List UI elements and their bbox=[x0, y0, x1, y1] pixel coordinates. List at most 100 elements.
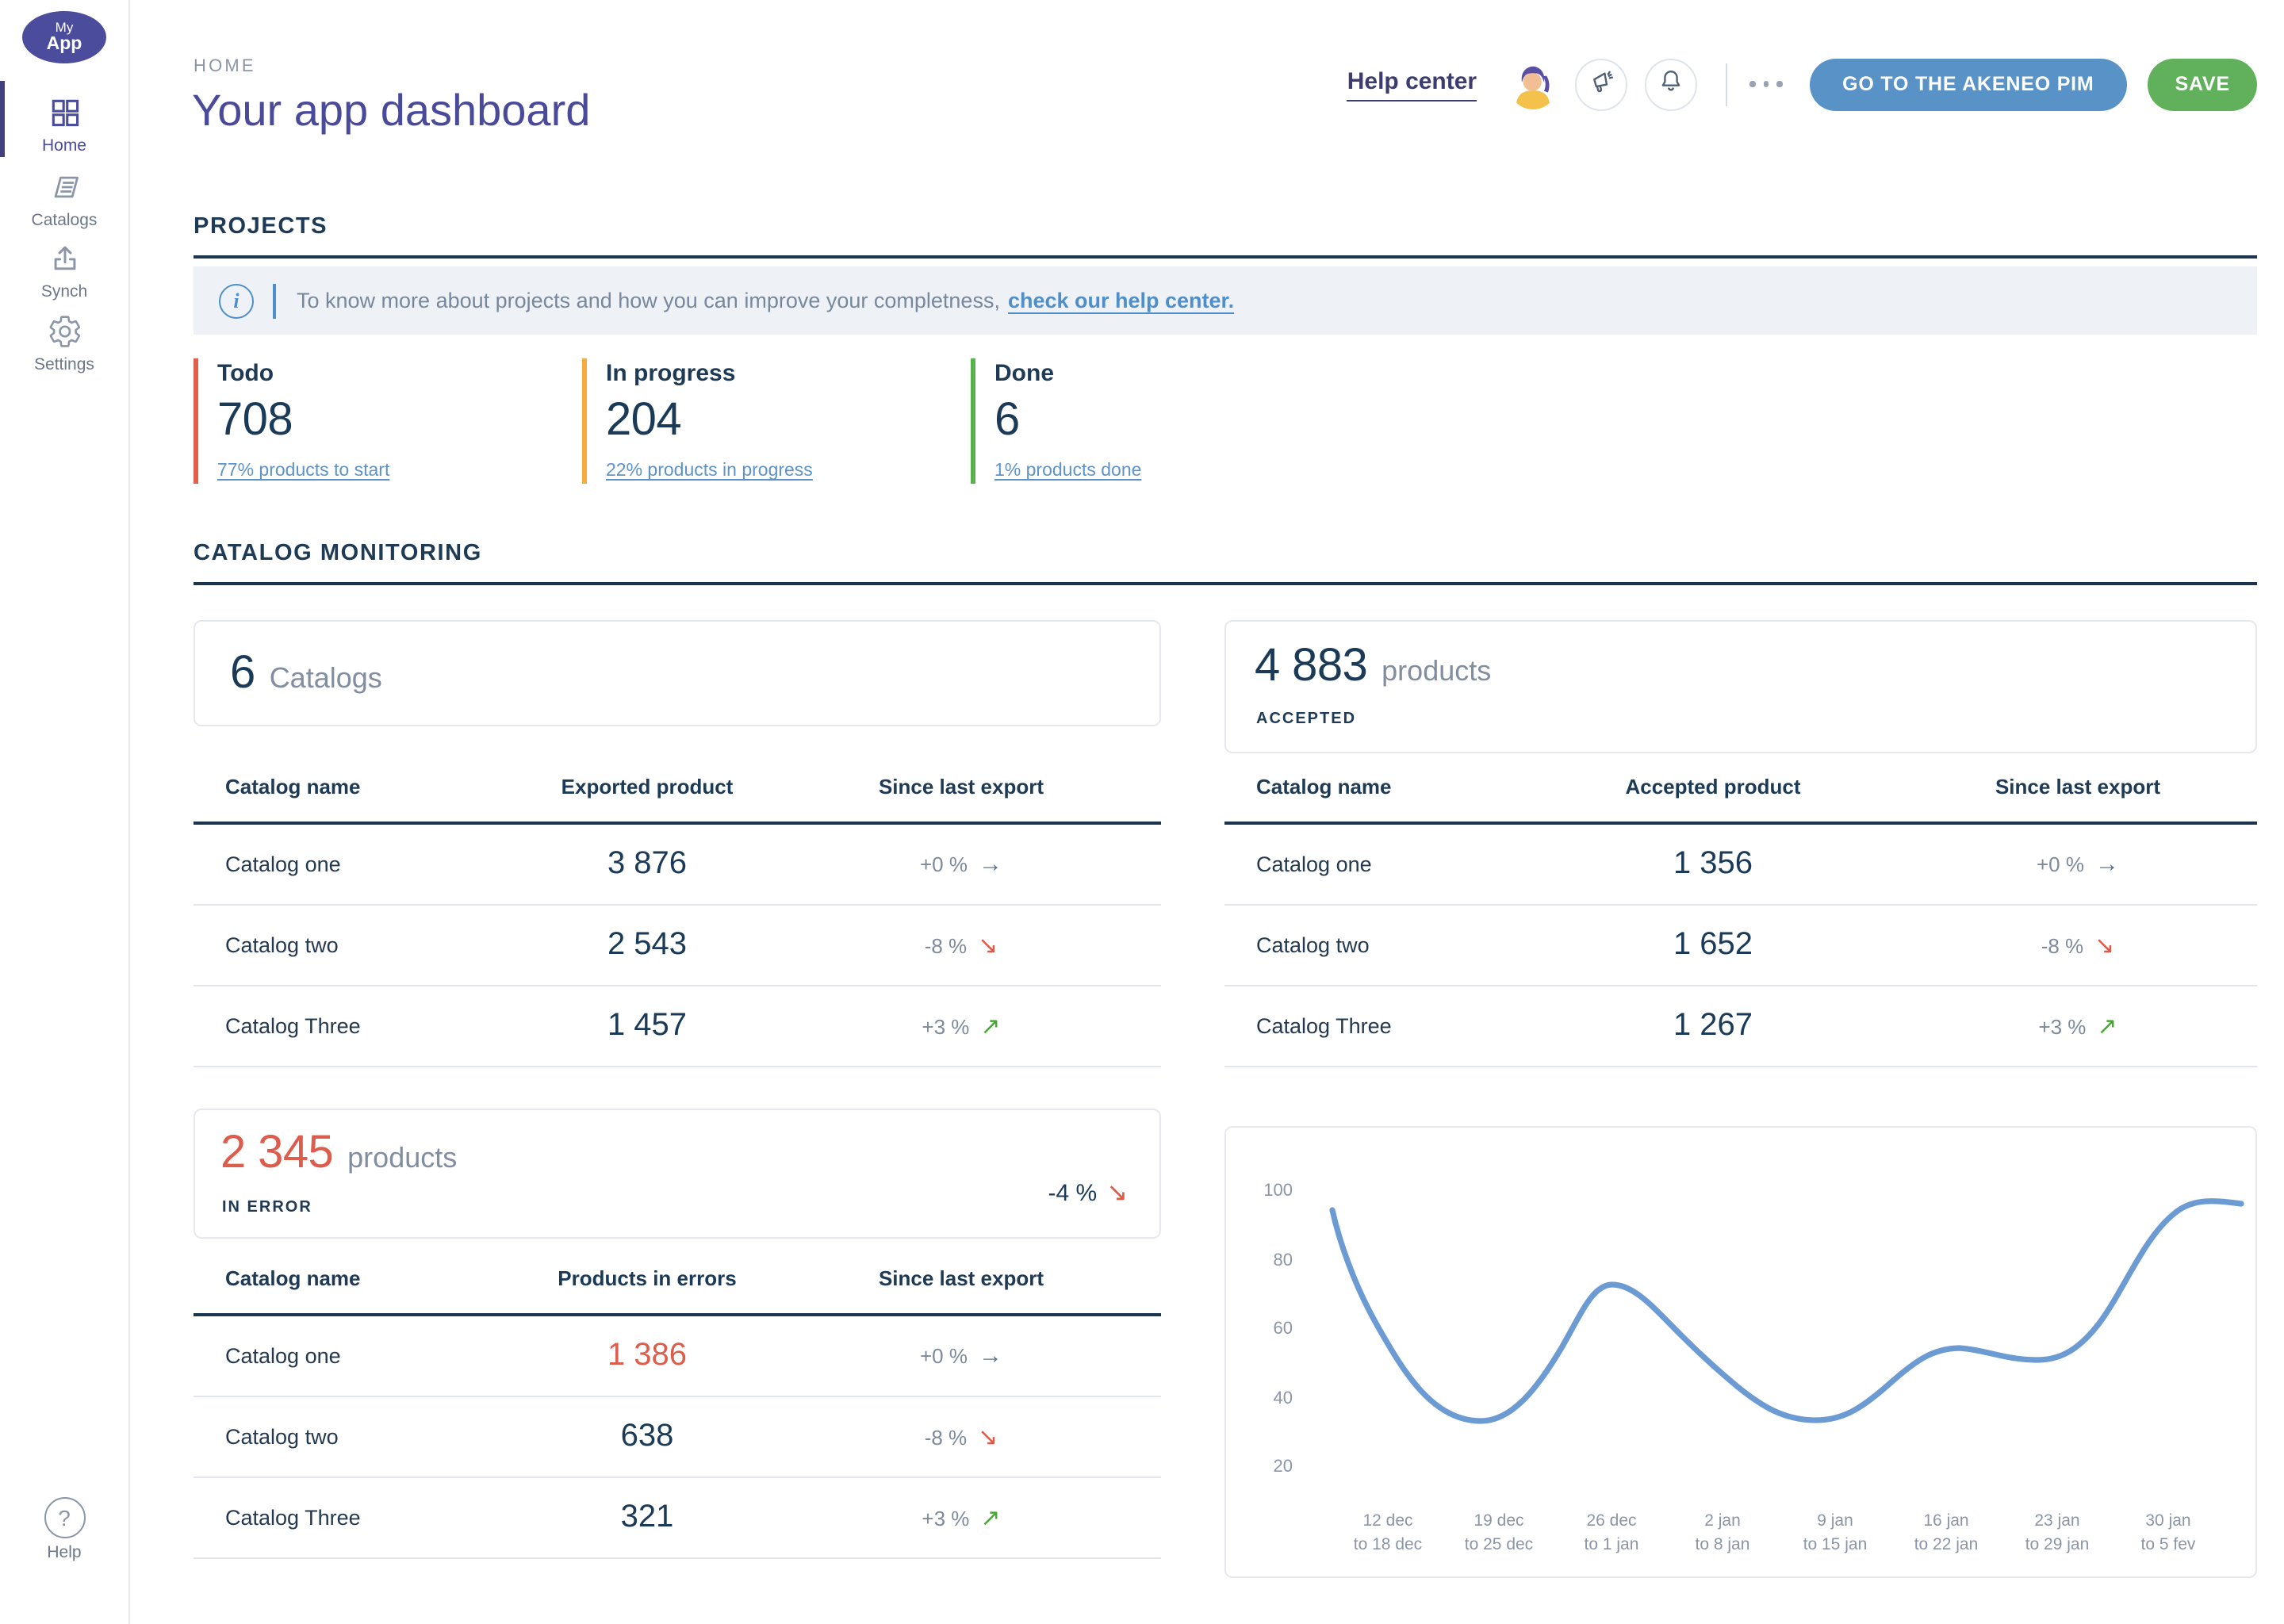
trend-flat-icon: → bbox=[979, 851, 1002, 878]
trend-down-icon: ↘ bbox=[2094, 933, 2114, 959]
catalog-name: Catalog two bbox=[225, 1425, 339, 1449]
col-header-products-in-errors: Products in errors bbox=[489, 1266, 806, 1290]
catalog-delta: -8 %↘ bbox=[1919, 931, 2236, 959]
catalog-value: 638 bbox=[489, 1419, 806, 1455]
products-in-errors-table: Catalog name Products in errors Since la… bbox=[194, 1243, 1161, 1559]
sidebar-item-catalogs[interactable]: Catalogs bbox=[0, 170, 128, 230]
stat-label: In progress bbox=[606, 360, 979, 387]
error-products-label: products bbox=[347, 1142, 457, 1175]
catalog-name: Catalog one bbox=[1256, 852, 1372, 876]
table-row: Catalog Three 1 457 +3 %↗ bbox=[194, 986, 1161, 1067]
catalog-name: Catalog one bbox=[225, 1344, 341, 1368]
grid-icon bbox=[0, 95, 128, 132]
catalog-delta: +0 %→ bbox=[1919, 851, 2236, 878]
ellipsis-icon[interactable] bbox=[1749, 82, 1782, 87]
banner-divider bbox=[273, 283, 276, 318]
accepted-products-label: products bbox=[1382, 655, 1491, 688]
announcements-button[interactable] bbox=[1575, 58, 1627, 110]
catalog-value: 2 543 bbox=[489, 927, 806, 963]
projects-section-title: PROJECTS bbox=[194, 214, 328, 239]
sidebar: My App Home Catalogs bbox=[0, 0, 130, 1624]
catalog-name: Catalog Three bbox=[225, 1506, 361, 1530]
catalog-value: 1 356 bbox=[1554, 846, 1872, 883]
avatar[interactable] bbox=[1508, 59, 1558, 109]
stat-todo: Todo 708 77% products to start bbox=[194, 358, 590, 484]
x-axis-tick: 19 decto 25 dec bbox=[1435, 1510, 1562, 1557]
header-divider bbox=[1726, 63, 1727, 105]
table-header-row: Catalog name Exported product Since last… bbox=[194, 752, 1161, 825]
save-button[interactable]: SAVE bbox=[2148, 58, 2257, 110]
header-actions: Help center bbox=[1347, 57, 2257, 111]
catalog-delta: +0 %→ bbox=[803, 851, 1120, 878]
col-header-catalog-name: Catalog name bbox=[225, 775, 361, 799]
table-row: Catalog one 3 876 +0 %→ bbox=[194, 825, 1161, 906]
catalogs-count-card: 6 Catalogs bbox=[194, 620, 1161, 726]
sidebar-item-label: Home bbox=[0, 136, 128, 155]
sidebar-item-home[interactable]: Home bbox=[0, 95, 128, 155]
accepted-products-table: Catalog name Accepted product Since last… bbox=[1224, 752, 2257, 1067]
table-header-row: Catalog name Accepted product Since last… bbox=[1224, 752, 2257, 825]
exported-products-table: Catalog name Exported product Since last… bbox=[194, 752, 1161, 1067]
stat-value: 204 bbox=[606, 395, 979, 447]
stat-link[interactable]: 77% products to start bbox=[217, 462, 389, 481]
catalog-name: Catalog one bbox=[225, 852, 341, 876]
accepted-products-card: 4 883 products ACCEPTED bbox=[1224, 620, 2257, 753]
catalog-monitoring-section-header: CATALOG MONITORING bbox=[194, 539, 2257, 585]
logo-text-bottom: App bbox=[47, 36, 82, 54]
in-error-tag: IN ERROR bbox=[222, 1199, 312, 1216]
table-row: Catalog Three 321 +3 %↗ bbox=[194, 1478, 1161, 1559]
products-line-chart: 100 80 60 40 20 12 decto 18 dec 19 decto… bbox=[1224, 1126, 2257, 1578]
projects-section-header: PROJECTS bbox=[194, 213, 2257, 259]
stat-done: Done 6 1% products done bbox=[971, 358, 1367, 484]
table-row: Catalog one 1 386 +0 %→ bbox=[194, 1316, 1161, 1397]
trend-up-icon: ↗ bbox=[980, 1013, 1000, 1040]
help-icon: ? bbox=[44, 1497, 85, 1538]
notifications-button[interactable] bbox=[1645, 58, 1697, 110]
stat-link[interactable]: 22% products in progress bbox=[606, 462, 813, 481]
col-header-exported-product: Exported product bbox=[489, 775, 806, 799]
stat-label: Todo bbox=[217, 360, 590, 387]
sidebar-item-help[interactable]: ? Help bbox=[0, 1497, 128, 1562]
page-title: Your app dashboard bbox=[192, 86, 590, 136]
catalog-value: 1 457 bbox=[489, 1008, 806, 1044]
catalog-value: 321 bbox=[489, 1500, 806, 1536]
gear-icon bbox=[0, 314, 128, 350]
stat-label: Done bbox=[994, 360, 1367, 387]
catalog-name: Catalog Three bbox=[1256, 1014, 1392, 1038]
sidebar-item-label: Help bbox=[0, 1543, 128, 1562]
trend-down-icon: ↘ bbox=[978, 1424, 998, 1451]
sidebar-item-label: Synch bbox=[0, 282, 128, 301]
col-header-accepted-product: Accepted product bbox=[1554, 775, 1872, 799]
table-row: Catalog two 1 652 -8 %↘ bbox=[1224, 906, 2257, 986]
go-to-pim-button[interactable]: GO TO THE AKENEO PIM bbox=[1809, 58, 2127, 110]
catalogs-count-label: Catalogs bbox=[270, 661, 382, 695]
error-card-delta: -4 %↘ bbox=[1048, 1177, 1129, 1208]
trend-flat-icon: → bbox=[979, 1342, 1002, 1369]
table-header-row: Catalog name Products in errors Since la… bbox=[194, 1243, 1161, 1316]
error-products-count: 2 345 bbox=[220, 1128, 333, 1180]
table-row: Catalog two 2 543 -8 %↘ bbox=[194, 906, 1161, 986]
sidebar-item-settings[interactable]: Settings bbox=[0, 314, 128, 374]
table-row: Catalog Three 1 267 +3 %↗ bbox=[1224, 986, 2257, 1067]
info-icon: i bbox=[219, 283, 254, 318]
help-center-link[interactable]: Help center bbox=[1347, 67, 1477, 101]
banner-help-center-link[interactable]: check our help center. bbox=[1008, 289, 1234, 312]
x-axis-tick: 30 janto 5 fev bbox=[2105, 1510, 2232, 1557]
catalog-value: 1 652 bbox=[1554, 927, 1872, 963]
stat-value: 708 bbox=[217, 395, 590, 447]
x-axis-tick: 12 decto 18 dec bbox=[1324, 1510, 1451, 1557]
catalog-delta: -8 %↘ bbox=[803, 931, 1120, 959]
error-products-card: 2 345 products IN ERROR -4 %↘ bbox=[194, 1109, 1161, 1239]
stat-link[interactable]: 1% products done bbox=[994, 462, 1141, 481]
x-axis-tick: 16 janto 22 jan bbox=[1883, 1510, 2010, 1557]
col-header-since-last-export: Since last export bbox=[803, 1266, 1120, 1290]
trend-flat-icon: → bbox=[2095, 851, 2119, 878]
app-logo[interactable]: My App bbox=[22, 11, 106, 63]
table-row: Catalog two 638 -8 %↘ bbox=[194, 1397, 1161, 1478]
catalog-delta: +0 %→ bbox=[803, 1342, 1120, 1369]
sidebar-item-synch[interactable]: Synch bbox=[0, 241, 128, 301]
stat-in-progress: In progress 204 22% products in progress bbox=[582, 358, 979, 484]
megaphone-icon bbox=[1586, 65, 1616, 103]
catalog-name: Catalog two bbox=[225, 933, 339, 957]
projects-info-banner: i To know more about projects and how yo… bbox=[194, 266, 2257, 335]
